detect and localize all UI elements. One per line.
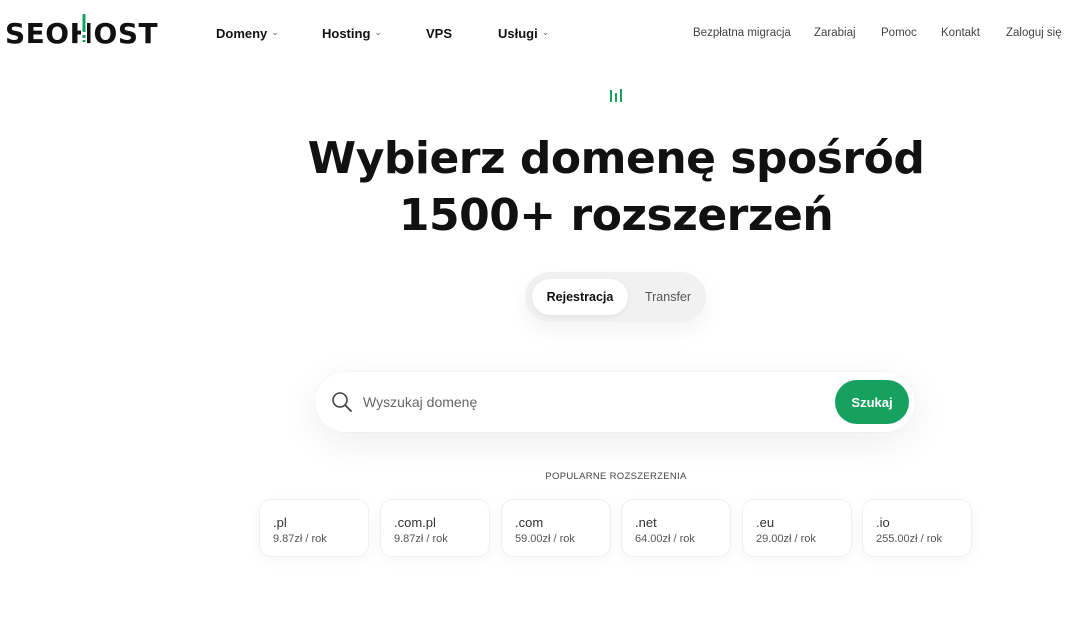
extension-card-com-pl[interactable]: .com.pl 9.87zł / rok <box>380 499 490 557</box>
extension-price: 64.00zł / rok <box>635 533 695 545</box>
search-button[interactable]: Szukaj <box>835 380 909 424</box>
extension-name: .io <box>876 515 890 530</box>
domain-search-bar: Szukaj <box>315 372 915 432</box>
nav-hosting[interactable]: Hosting ⌄ <box>322 26 382 41</box>
registration-transfer-toggle: Rejestracja Transfer <box>525 272 706 322</box>
tab-transfer[interactable]: Transfer <box>635 279 701 315</box>
search-icon <box>332 392 352 412</box>
tab-rejestracja[interactable]: Rejestracja <box>532 279 628 315</box>
nav-pomoc[interactable]: Pomoc <box>881 27 917 39</box>
extension-price: 9.87zł / rok <box>394 533 448 545</box>
extension-card-io[interactable]: .io 255.00zł / rok <box>862 499 972 557</box>
page-title: Wybierz domenę spośród 1500+ rozszerzeń <box>0 130 1080 244</box>
extension-name: .com <box>515 515 544 530</box>
page-title-line2: 1500+ rozszerzeń <box>398 190 834 241</box>
nav-zarabiaj[interactable]: Zarabiaj <box>814 27 856 39</box>
nav-kontakt[interactable]: Kontakt <box>941 27 980 39</box>
extension-price: 9.87zł / rok <box>273 533 327 545</box>
nav-zaloguj-sie[interactable]: Zaloguj się <box>1006 27 1062 39</box>
extension-price: 59.00zł / rok <box>515 533 575 545</box>
extension-card-pl[interactable]: .pl 9.87zł / rok <box>259 499 369 557</box>
nav-domeny[interactable]: Domeny ⌄ <box>216 26 279 41</box>
extension-card-net[interactable]: .net 64.00zł / rok <box>621 499 731 557</box>
nav-vps[interactable]: VPS <box>426 26 452 41</box>
site-header: SEOHOST Domeny ⌄ Hosting ⌄ VPS Usługi ⌄ … <box>0 0 1080 68</box>
logo-text: SEOHOST <box>5 12 158 52</box>
extension-card-com[interactable]: .com 59.00zł / rok <box>501 499 611 557</box>
logo-bolt-icon <box>80 12 87 44</box>
chevron-down-icon: ⌄ <box>541 27 550 37</box>
nav-uslugi[interactable]: Usługi ⌄ <box>498 26 549 41</box>
extension-name: .net <box>635 515 657 530</box>
extension-price: 255.00zł / rok <box>876 533 943 545</box>
extension-name: .pl <box>273 515 287 530</box>
bars-icon <box>610 89 622 102</box>
domain-search-input[interactable] <box>363 390 823 414</box>
nav-hosting-label: Hosting <box>322 26 371 41</box>
popular-extensions-label: POPULARNE ROZSZERZENIA <box>545 471 687 482</box>
extension-card-eu[interactable]: .eu 29.00zł / rok <box>742 499 852 557</box>
nav-vps-label: VPS <box>426 26 453 41</box>
extension-name: .com.pl <box>394 515 436 530</box>
extension-name: .eu <box>756 515 775 530</box>
seohost-logo[interactable]: SEOHOST <box>5 12 158 52</box>
page-title-line1: Wybierz domenę spośród <box>307 133 925 184</box>
nav-bezplatna-migracja[interactable]: Bezpłatna migracja <box>693 27 791 39</box>
nav-domeny-label: Domeny <box>216 26 268 41</box>
extension-price: 29.00zł / rok <box>756 533 816 545</box>
chevron-down-icon: ⌄ <box>271 27 279 37</box>
nav-uslugi-label: Usługi <box>498 26 538 41</box>
chevron-down-icon: ⌄ <box>374 27 382 37</box>
